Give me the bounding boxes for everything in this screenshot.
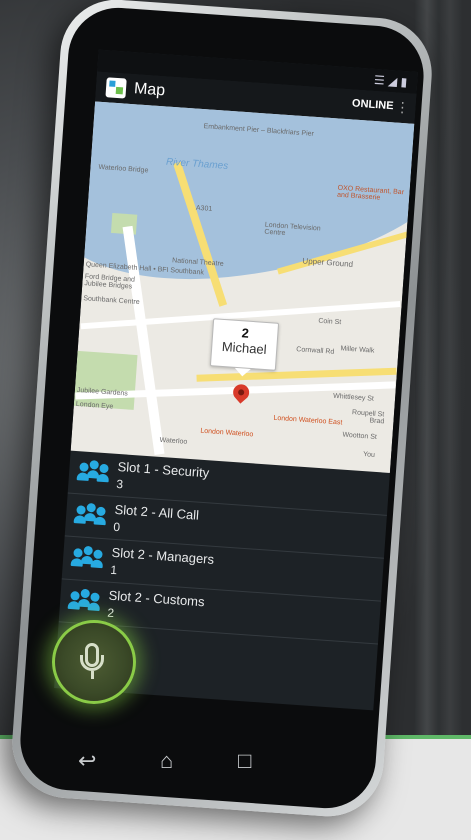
wifi-icon: ☰ <box>373 72 386 88</box>
map-label: Cornwall Rd <box>296 346 335 356</box>
group-icon <box>70 545 106 569</box>
map-label: Coin St <box>318 317 342 327</box>
screen-title: Map <box>133 80 166 100</box>
overflow-menu-icon[interactable]: ⋮ <box>395 98 410 116</box>
phone-screen: ☰ ◢ ▮ Map ONLINE ⋮ Embankment Pier – Bla… <box>54 49 418 711</box>
group-icon <box>73 502 109 526</box>
recents-icon[interactable]: □ <box>238 748 251 774</box>
map-pin-icon[interactable] <box>229 381 253 404</box>
map-label: London Eye <box>75 400 114 411</box>
slot-count: 3 <box>115 476 124 492</box>
map-label: Southbank Centre <box>83 295 140 307</box>
map-label: Miller Walk <box>340 345 375 355</box>
group-icon <box>76 459 112 483</box>
road <box>196 367 397 382</box>
slot-name: Slot 2 - Managers <box>111 544 215 567</box>
map-label: Wootton St <box>342 431 378 441</box>
user-marker-callout[interactable]: 2 Michael <box>209 318 280 371</box>
app-logo-icon[interactable] <box>105 77 127 99</box>
slot-count: 2 <box>106 605 115 621</box>
signal-icon: ◢ <box>387 73 398 89</box>
back-icon[interactable]: ↩ <box>78 748 96 774</box>
map-label: Ford Bridge and Jubilee Bridges <box>84 273 136 291</box>
slot-name: Slot 2 - Customs <box>108 587 206 610</box>
map-label: Waterloo <box>159 436 188 446</box>
marker-name: Michael <box>221 338 268 358</box>
talkgroup-list: Slot 1 - Security 3 Slot 2 - All Call 0 … <box>58 450 390 645</box>
map-label: Roupell St <box>351 409 385 419</box>
map-label: Upper Ground <box>302 256 354 269</box>
battery-icon: ▮ <box>400 74 408 90</box>
map-label: London Waterloo <box>200 427 254 439</box>
map-label: London Waterloo East <box>273 414 343 427</box>
map-label: Whittlesey St <box>332 392 375 403</box>
slot-name: Slot 1 - Security <box>117 458 210 481</box>
slot-name: Slot 2 - All Call <box>114 501 200 523</box>
group-icon <box>67 588 103 612</box>
map-label: Brad <box>369 417 385 426</box>
slot-count: 0 <box>112 519 121 535</box>
home-icon[interactable]: ⌂ <box>160 748 173 774</box>
push-to-talk-button[interactable] <box>52 620 136 704</box>
slot-count: 1 <box>109 562 118 578</box>
phone: ☰ ◢ ▮ Map ONLINE ⋮ Embankment Pier – Bla… <box>0 0 471 840</box>
map-view[interactable]: Embankment Pier – Blackfriars Pier River… <box>70 101 415 473</box>
connection-status: ONLINE <box>351 97 394 113</box>
map-label: You <box>362 451 376 459</box>
map-label: A301 <box>195 204 213 213</box>
